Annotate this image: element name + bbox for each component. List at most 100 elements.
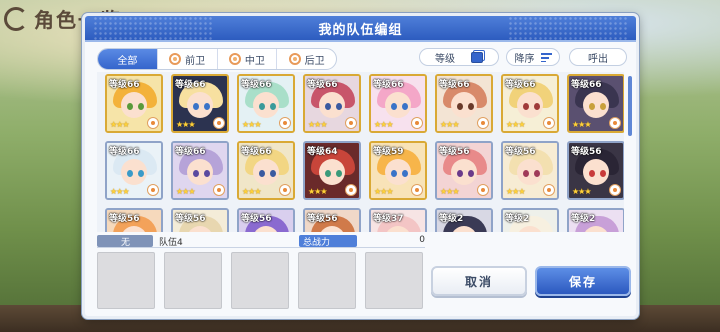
grid-scrollbar[interactable] [628, 76, 632, 136]
character-level: 等级66 [109, 147, 140, 157]
team-attribute-badge: 无 [97, 235, 153, 248]
team-slot-2[interactable] [164, 252, 222, 309]
character-eye [259, 103, 265, 110]
character-eye [534, 103, 540, 110]
rank-icon [609, 117, 621, 129]
character-card[interactable]: 等级66 ★★★ [171, 74, 229, 133]
character-level: 等级37 [373, 214, 404, 224]
character-card[interactable]: 等级2 [501, 208, 559, 232]
character-card[interactable]: 等级37 [369, 208, 427, 232]
character-card[interactable]: 等级56 ★★★ [501, 141, 559, 200]
back-swirl-icon [4, 6, 28, 31]
rank-icon [411, 184, 423, 196]
character-eye [127, 170, 133, 177]
character-eye [600, 103, 606, 110]
character-eye [204, 103, 210, 110]
character-card[interactable]: 等级66 ★★★ [237, 141, 295, 200]
sort-by-level-button[interactable]: 等级 [419, 48, 499, 66]
character-eye [523, 170, 529, 177]
character-card[interactable]: 等级56 ★★★ [567, 141, 624, 200]
character-card[interactable]: 等级66 ★★★ [237, 74, 295, 133]
team-slot-3[interactable] [231, 252, 289, 309]
rank-icon [279, 117, 291, 129]
character-eye [138, 170, 144, 177]
team-slot-5[interactable] [365, 252, 423, 309]
front-position-icon [169, 53, 182, 65]
tab-all[interactable]: 全部 [98, 49, 157, 69]
character-stars: ★★★ [176, 187, 195, 196]
character-eye [138, 103, 144, 110]
character-card[interactable]: 等级66 ★★★ [105, 141, 163, 200]
tab-back[interactable]: 后卫 [276, 49, 336, 69]
character-stars: ★★★ [176, 120, 195, 129]
character-stars: ★★★ [572, 187, 591, 196]
character-level: 等级56 [307, 214, 338, 224]
character-stars: ★★★ [572, 120, 591, 129]
rank-icon [345, 184, 357, 196]
rank-icon [609, 184, 621, 196]
character-eye [336, 103, 342, 110]
cancel-button[interactable]: 取消 [431, 266, 527, 296]
character-level: 等级56 [571, 147, 602, 157]
character-grid: 等级66 ★★★ 等级66 ★★★ 等级66 ★★★ 等级66 ★★★ 等级66 ★★★ 等级66 ★… [97, 72, 624, 232]
total-power-value: 0 [419, 235, 425, 245]
character-card[interactable]: 等级66 ★★★ [105, 74, 163, 133]
back-position-icon [288, 53, 301, 65]
character-card[interactable]: 等级66 ★★★ [369, 74, 427, 133]
character-level: 等级66 [175, 80, 206, 90]
character-card[interactable]: 等级66 ★★★ [567, 74, 624, 133]
character-eye [270, 103, 276, 110]
character-eye [402, 103, 408, 110]
tab-front[interactable]: 前卫 [156, 49, 217, 69]
character-eye [468, 170, 474, 177]
sort-window-icon [471, 51, 483, 63]
character-level: 等级2 [505, 214, 530, 224]
character-level: 等级56 [439, 147, 470, 157]
character-card[interactable]: 等级56 [237, 208, 295, 232]
character-card[interactable]: 等级64 ★★★ [303, 141, 361, 200]
team-slot-4[interactable] [298, 252, 356, 309]
character-eye [336, 170, 342, 177]
rank-icon [411, 117, 423, 129]
sort-order-button[interactable]: 降序 [506, 48, 560, 66]
character-eye [589, 103, 595, 110]
character-eye [127, 103, 133, 110]
character-card[interactable]: 等级56 ★★★ [435, 141, 493, 200]
character-card[interactable]: 等级2 [567, 208, 624, 232]
character-eye [457, 170, 463, 177]
character-level: 等级66 [241, 80, 272, 90]
character-eye [204, 170, 210, 177]
character-card[interactable]: 等级56 [303, 208, 361, 232]
character-eye [468, 103, 474, 110]
character-eye [325, 103, 331, 110]
character-stars: ★★★ [242, 120, 261, 129]
character-level: 等级64 [307, 147, 338, 157]
character-level: 等级56 [109, 214, 140, 224]
character-stars: ★★★ [308, 120, 327, 129]
character-card[interactable]: 等级2 [435, 208, 493, 232]
character-card[interactable]: 等级66 ★★★ [435, 74, 493, 133]
character-eye [259, 170, 265, 177]
rank-icon [147, 184, 159, 196]
character-card[interactable]: 等级59 ★★★ [369, 141, 427, 200]
character-eye [270, 170, 276, 177]
character-card[interactable]: 等级56 [105, 208, 163, 232]
character-level: 等级2 [439, 214, 464, 224]
character-level: 等级66 [175, 147, 206, 157]
call-out-button[interactable]: 呼出 [569, 48, 627, 66]
save-button[interactable]: 保存 [535, 266, 631, 296]
character-level: 等级66 [505, 80, 536, 90]
character-card[interactable]: 等级66 ★★★ [501, 74, 559, 133]
character-card[interactable]: 等级56 [171, 208, 229, 232]
character-eye [193, 170, 199, 177]
rank-icon [543, 117, 555, 129]
tab-middle[interactable]: 中卫 [216, 49, 277, 69]
team-slot-1[interactable] [97, 252, 155, 309]
team-divider [97, 247, 425, 248]
character-eye [589, 170, 595, 177]
character-card[interactable]: 等级66 ★★★ [303, 74, 361, 133]
character-card[interactable]: 等级66 ★★★ [171, 141, 229, 200]
character-level: 等级56 [175, 214, 206, 224]
character-eye [193, 103, 199, 110]
position-filter-tabs: 全部 前卫 中卫 后卫 [97, 48, 337, 70]
